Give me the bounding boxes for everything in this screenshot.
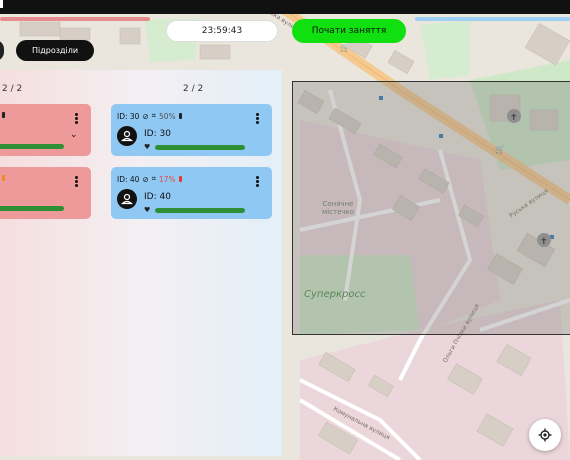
units-panel: 2 / 2 2 / 2 ⌄ ID: 30 ⊘ ⌗ 50% ID: 30 ♥ ID… (0, 70, 282, 456)
unit-card-30[interactable]: ID: 30 ⊘ ⌗ 50% ID: 30 ♥ (111, 104, 272, 156)
wifi-icon: ⌗ (151, 174, 156, 183)
progress-bar (155, 145, 245, 150)
heart-icon: ♥ (144, 206, 151, 214)
unit-card-left-2[interactable] (0, 167, 91, 219)
top-line-blue (415, 17, 570, 21)
progress-bar (0, 144, 64, 149)
progress-bar (155, 208, 245, 213)
card-id: ID: 30 (117, 111, 140, 121)
session-timer: 23:59:43 (166, 20, 278, 42)
battery-percent: 17% (158, 174, 176, 184)
start-session-button[interactable]: Почати заняття (292, 19, 406, 43)
subdivisions-button[interactable]: Підрозділи (16, 40, 94, 61)
no-signal-icon: ⊘ (142, 174, 149, 184)
unit-card-left-1[interactable]: ⌄ (0, 104, 91, 156)
battery-icon (178, 113, 182, 119)
unit-name: ID: 30 (144, 129, 171, 139)
my-location-icon (538, 428, 552, 442)
card-header: ID: 40 ⊘ ⌗ 17% (117, 174, 182, 184)
unit-card-40[interactable]: ID: 40 ⊘ ⌗ 17% ID: 40 ♥ (111, 167, 272, 219)
unit-name: ID: 40 (144, 192, 171, 202)
more-vert-icon[interactable] (74, 112, 78, 125)
person-icon (117, 189, 137, 209)
progress-bar (0, 206, 64, 211)
more-vert-icon[interactable] (74, 175, 78, 188)
person-icon (117, 126, 137, 146)
my-location-button[interactable] (529, 419, 561, 451)
card-header: ID: 30 ⊘ ⌗ 50% (117, 111, 182, 121)
heart-icon: ♥ (144, 143, 151, 151)
left-column-count: 2 / 2 (2, 84, 23, 94)
chevron-down-icon[interactable]: ⌄ (70, 130, 78, 140)
more-vert-icon[interactable] (255, 112, 259, 125)
top-bar (0, 0, 570, 14)
selected-zone[interactable] (292, 81, 570, 335)
battery-icon (178, 176, 182, 182)
more-vert-icon[interactable] (255, 175, 259, 188)
no-signal-icon: ⊘ (142, 111, 149, 121)
battery-icon (2, 175, 5, 181)
battery-percent: 50% (158, 111, 176, 121)
svg-text:🛒: 🛒 (340, 42, 350, 52)
battery-icon (2, 112, 5, 118)
right-column-count: 2 / 2 (183, 84, 204, 94)
card-id: ID: 40 (117, 174, 140, 184)
wifi-icon: ⌗ (151, 111, 156, 120)
top-line-red (0, 17, 150, 21)
